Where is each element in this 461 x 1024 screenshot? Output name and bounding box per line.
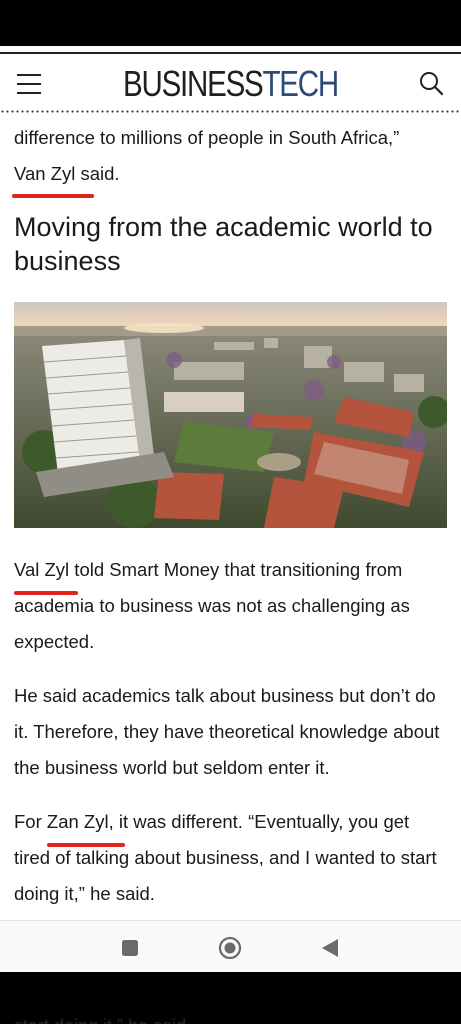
header-dotted-divider xyxy=(0,110,461,113)
bottom-bar: start doing it,” he said. xyxy=(0,972,461,1024)
paragraph-2: Val Zyl told Smart Money that transition… xyxy=(14,552,448,660)
hamburger-menu-icon-bar xyxy=(17,92,41,94)
hamburger-menu-icon-bar xyxy=(17,83,41,85)
person-name: Val Zyl xyxy=(14,559,70,580)
header-top-rule xyxy=(0,52,461,54)
paragraph-4: For Zan Zyl, it was different. “Eventual… xyxy=(14,804,448,912)
paragraph-1-line-1: difference to millions of people in Sout… xyxy=(14,127,400,148)
person-name: Van Zyl xyxy=(14,163,76,184)
android-navigation-bar xyxy=(0,920,461,973)
article-photo xyxy=(14,302,447,528)
recents-button[interactable] xyxy=(114,931,146,963)
status-bar xyxy=(0,0,461,46)
section-heading: Moving from the academic world to busine… xyxy=(14,212,433,276)
logo-tech-text: TECH xyxy=(262,63,340,104)
red-underline-annotation xyxy=(14,591,78,595)
article-body-lower: Val Zyl told Smart Money that transition… xyxy=(14,552,448,912)
article-body: difference to millions of people in Sout… xyxy=(14,118,448,192)
red-underline-annotation xyxy=(12,194,94,198)
paragraph-3: He said academics talk about business bu… xyxy=(14,685,440,778)
paragraph-2-rest: told Smart Money that transitioning from… xyxy=(14,559,410,652)
paragraph-1: difference to millions of people in Sout… xyxy=(14,120,448,192)
menu-button[interactable] xyxy=(17,74,43,96)
triangle-back-icon xyxy=(322,939,338,957)
site-logo[interactable]: BUSINESSTECH xyxy=(41,62,419,106)
search-button[interactable] xyxy=(418,70,446,98)
home-button[interactable] xyxy=(214,931,246,963)
hamburger-menu-icon xyxy=(17,74,41,76)
circle-home-icon xyxy=(218,936,242,960)
back-button[interactable] xyxy=(314,931,346,963)
red-underline-annotation xyxy=(47,843,125,847)
paragraph-1-rest: said. xyxy=(75,163,120,184)
search-icon xyxy=(420,72,444,96)
logo-business-text: BUSINESS xyxy=(123,63,264,104)
ghost-text: start doing it,” he said. xyxy=(14,1016,191,1024)
person-name: Zan Zyl xyxy=(46,811,109,832)
paragraph-4-pre: For xyxy=(14,811,47,832)
campus-aerial-image xyxy=(14,302,447,528)
square-icon xyxy=(122,940,138,956)
